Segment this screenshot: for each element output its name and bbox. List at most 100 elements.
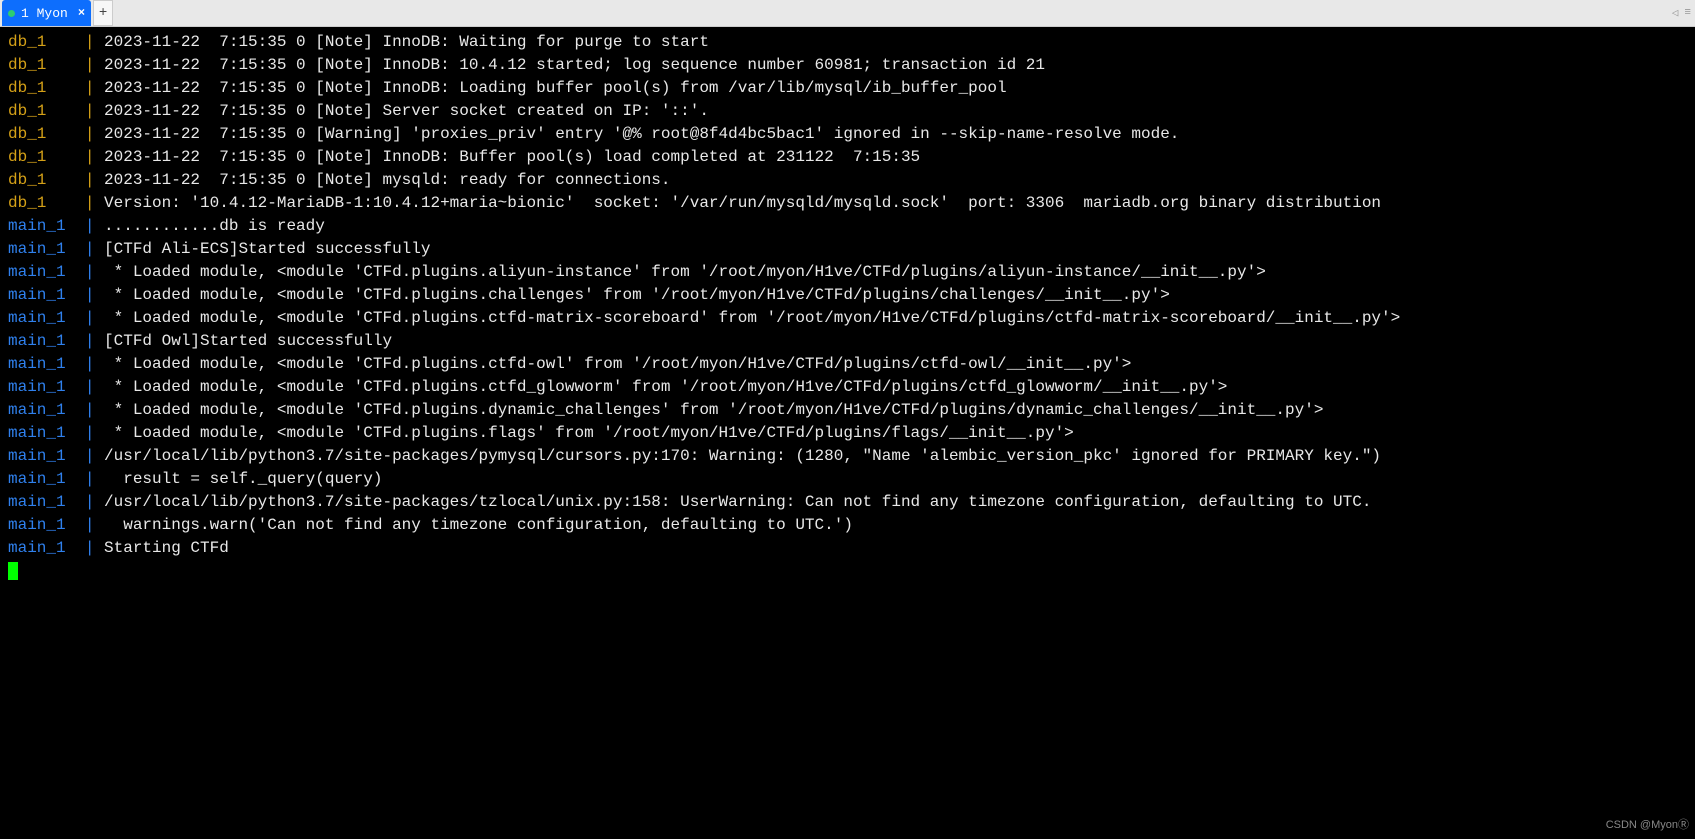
log-line: main_1 | * Loaded module, <module 'CTFd.…: [8, 353, 1687, 376]
log-message: result = self._query(query): [104, 470, 382, 488]
log-line: db_1 | 2023-11-22 7:15:35 0 [Note] InnoD…: [8, 77, 1687, 100]
log-source: db_1: [8, 194, 85, 212]
status-dot-icon: [8, 10, 15, 17]
log-source: main_1: [8, 309, 85, 327]
log-source: main_1: [8, 493, 85, 511]
log-message: /usr/local/lib/python3.7/site-packages/p…: [104, 447, 1381, 465]
log-source: db_1: [8, 171, 85, 189]
log-source: db_1: [8, 33, 85, 51]
log-source: db_1: [8, 56, 85, 74]
log-line: main_1 | ............db is ready: [8, 215, 1687, 238]
cursor-line: [8, 560, 1687, 583]
log-source: main_1: [8, 240, 85, 258]
log-message: * Loaded module, <module 'CTFd.plugins.c…: [104, 286, 1170, 304]
log-source: db_1: [8, 102, 85, 120]
nav-left-icon[interactable]: ◁: [1672, 6, 1679, 20]
close-icon[interactable]: ×: [78, 6, 85, 20]
pipe-separator: |: [85, 401, 104, 419]
log-source: main_1: [8, 516, 85, 534]
log-source: main_1: [8, 332, 85, 350]
log-line: main_1 | [CTFd Owl]Started successfully: [8, 330, 1687, 353]
log-message: 2023-11-22 7:15:35 0 [Warning] 'proxies_…: [104, 125, 1179, 143]
pipe-separator: |: [85, 355, 104, 373]
log-message: * Loaded module, <module 'CTFd.plugins.d…: [104, 401, 1323, 419]
log-source: main_1: [8, 286, 85, 304]
log-message: Starting CTFd: [104, 539, 229, 557]
log-message: Version: '10.4.12-MariaDB-1:10.4.12+mari…: [104, 194, 1381, 212]
log-message: 2023-11-22 7:15:35 0 [Note] InnoDB: 10.4…: [104, 56, 1045, 74]
pipe-separator: |: [85, 493, 104, 511]
log-line: main_1 | * Loaded module, <module 'CTFd.…: [8, 376, 1687, 399]
log-source: main_1: [8, 424, 85, 442]
log-line: db_1 | 2023-11-22 7:15:35 0 [Note] mysql…: [8, 169, 1687, 192]
pipe-separator: |: [85, 263, 104, 281]
log-message: [CTFd Ali-ECS]Started successfully: [104, 240, 430, 258]
log-message: 2023-11-22 7:15:35 0 [Note] InnoDB: Load…: [104, 79, 1007, 97]
tab-label: 1 Myon: [21, 6, 68, 21]
log-message: * Loaded module, <module 'CTFd.plugins.c…: [104, 355, 1131, 373]
pipe-separator: |: [85, 286, 104, 304]
pipe-separator: |: [85, 194, 104, 212]
pipe-separator: |: [85, 378, 104, 396]
pipe-separator: |: [85, 516, 104, 534]
log-message: 2023-11-22 7:15:35 0 [Note] InnoDB: Wait…: [104, 33, 709, 51]
log-source: main_1: [8, 470, 85, 488]
log-source: main_1: [8, 217, 85, 235]
pipe-separator: |: [85, 171, 104, 189]
pipe-separator: |: [85, 470, 104, 488]
log-message: 2023-11-22 7:15:35 0 [Note] Server socke…: [104, 102, 709, 120]
pipe-separator: |: [85, 148, 104, 166]
pipe-separator: |: [85, 424, 104, 442]
nav-menu-icon[interactable]: ≡: [1684, 7, 1691, 19]
log-line: main_1 | /usr/local/lib/python3.7/site-p…: [8, 491, 1687, 514]
pipe-separator: |: [85, 447, 104, 465]
log-message: 2023-11-22 7:15:35 0 [Note] InnoDB: Buff…: [104, 148, 920, 166]
log-source: db_1: [8, 125, 85, 143]
log-line: main_1 | warnings.warn('Can not find any…: [8, 514, 1687, 537]
pipe-separator: |: [85, 539, 104, 557]
pipe-separator: |: [85, 56, 104, 74]
log-line: db_1 | 2023-11-22 7:15:35 0 [Note] Serve…: [8, 100, 1687, 123]
log-line: main_1 | Starting CTFd: [8, 537, 1687, 560]
tabbar-nav: ◁ ≡: [1672, 0, 1695, 26]
pipe-separator: |: [85, 217, 104, 235]
log-line: main_1 | * Loaded module, <module 'CTFd.…: [8, 284, 1687, 307]
log-line: main_1 | /usr/local/lib/python3.7/site-p…: [8, 445, 1687, 468]
pipe-separator: |: [85, 240, 104, 258]
terminal-output[interactable]: db_1 | 2023-11-22 7:15:35 0 [Note] InnoD…: [0, 27, 1695, 839]
log-message: ............db is ready: [104, 217, 325, 235]
log-message: 2023-11-22 7:15:35 0 [Note] mysqld: read…: [104, 171, 671, 189]
add-tab-button[interactable]: +: [93, 0, 113, 26]
log-source: db_1: [8, 79, 85, 97]
log-message: * Loaded module, <module 'CTFd.plugins.a…: [104, 263, 1266, 281]
log-line: main_1 | result = self._query(query): [8, 468, 1687, 491]
log-line: main_1 | [CTFd Ali-ECS]Started successfu…: [8, 238, 1687, 261]
log-message: /usr/local/lib/python3.7/site-packages/t…: [104, 493, 1371, 511]
pipe-separator: |: [85, 309, 104, 327]
log-line: db_1 | 2023-11-22 7:15:35 0 [Note] InnoD…: [8, 31, 1687, 54]
tab-bar: 1 Myon × + ◁ ≡: [0, 0, 1695, 27]
log-source: main_1: [8, 401, 85, 419]
log-message: * Loaded module, <module 'CTFd.plugins.f…: [104, 424, 1074, 442]
cursor-icon: [8, 562, 18, 580]
log-message: [CTFd Owl]Started successfully: [104, 332, 392, 350]
log-line: main_1 | * Loaded module, <module 'CTFd.…: [8, 307, 1687, 330]
pipe-separator: |: [85, 125, 104, 143]
log-line: db_1 | Version: '10.4.12-MariaDB-1:10.4.…: [8, 192, 1687, 215]
log-line: main_1 | * Loaded module, <module 'CTFd.…: [8, 399, 1687, 422]
watermark: CSDN @MyonⓇ: [1606, 814, 1689, 837]
log-line: main_1 | * Loaded module, <module 'CTFd.…: [8, 261, 1687, 284]
log-source: main_1: [8, 378, 85, 396]
log-source: main_1: [8, 355, 85, 373]
log-line: db_1 | 2023-11-22 7:15:35 0 [Warning] 'p…: [8, 123, 1687, 146]
log-source: main_1: [8, 447, 85, 465]
log-line: main_1 | * Loaded module, <module 'CTFd.…: [8, 422, 1687, 445]
log-source: db_1: [8, 148, 85, 166]
tab-session-1[interactable]: 1 Myon ×: [2, 0, 91, 26]
log-source: main_1: [8, 263, 85, 281]
pipe-separator: |: [85, 102, 104, 120]
log-line: db_1 | 2023-11-22 7:15:35 0 [Note] InnoD…: [8, 54, 1687, 77]
log-line: db_1 | 2023-11-22 7:15:35 0 [Note] InnoD…: [8, 146, 1687, 169]
log-message: * Loaded module, <module 'CTFd.plugins.c…: [104, 378, 1227, 396]
log-message: warnings.warn('Can not find any timezone…: [104, 516, 853, 534]
